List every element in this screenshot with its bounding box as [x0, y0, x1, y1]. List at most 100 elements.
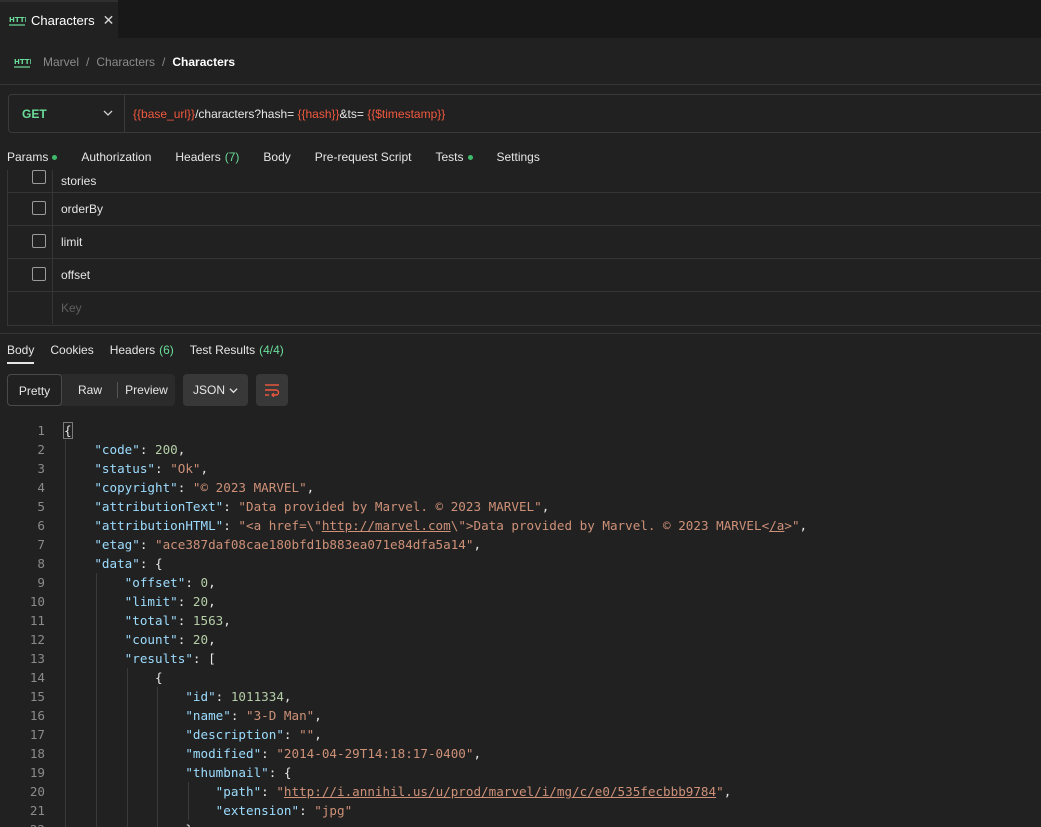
tab-response-cookies[interactable]: Cookies: [50, 343, 93, 357]
divider: [0, 333, 1041, 334]
code-line: 5 "attributionText": "Data provided by M…: [0, 497, 1041, 516]
tab-body[interactable]: Body: [263, 150, 290, 164]
code-content: "code": 200,: [64, 440, 185, 459]
json-key: "name": [185, 708, 231, 723]
code-content: "modified": "2014-04-29T14:18:17-0400",: [64, 744, 481, 763]
code-content: "attributionHTML": "<a href=\"http://mar…: [64, 516, 807, 535]
language-select[interactable]: JSON: [183, 374, 248, 406]
table-row: offset: [8, 259, 1041, 292]
checkbox[interactable]: [32, 234, 46, 248]
tab-label: Test Results: [189, 343, 256, 357]
breadcrumb-current[interactable]: Characters: [172, 55, 235, 69]
pretty-button[interactable]: Pretty: [7, 374, 62, 406]
param-key[interactable]: offset: [61, 259, 90, 291]
code-punct: },: [64, 822, 200, 827]
request-tabs: Params Authorization Headers (7) Body Pre…: [7, 148, 564, 166]
code-line: 1{: [0, 421, 1041, 440]
json-key: "offset": [124, 575, 186, 590]
count-badge: (4/4): [259, 343, 284, 357]
json-string: "2014-04-29T14:18:17-0400": [276, 746, 474, 761]
line-number: 22: [0, 820, 45, 827]
code-punct: :: [223, 499, 239, 514]
breadcrumb-item-characters[interactable]: Characters: [96, 55, 155, 69]
code-line: 19 "thumbnail": {: [0, 763, 1041, 782]
json-key: "etag": [94, 537, 140, 552]
line-number: 19: [29, 765, 45, 780]
row-checkbox-cell: [8, 193, 53, 225]
json-key: "path": [215, 784, 262, 799]
key-input[interactable]: Key: [61, 292, 82, 324]
checkbox[interactable]: [32, 170, 46, 184]
code-punct: [64, 689, 185, 704]
json-string: \">Data provided by Marvel. © 2023 MARVE…: [450, 518, 770, 533]
tab-test-results[interactable]: Test Results (4/4): [190, 343, 284, 357]
code-content: "total": 1563,: [64, 611, 231, 630]
json-link[interactable]: http://i.annihil.us/u/prod/marvel/i/mg/c…: [284, 784, 716, 799]
code-punct: [64, 442, 94, 457]
code-line: 22 },: [0, 820, 1041, 827]
json-number: 0: [200, 575, 209, 590]
tab-label: Settings: [496, 150, 540, 164]
json-key: "thumbnail": [185, 765, 269, 780]
method-select[interactable]: GET: [9, 95, 125, 132]
json-key: "copyright": [94, 480, 178, 495]
code-punct: [64, 651, 125, 666]
tab-response-headers[interactable]: Headers (6): [110, 343, 174, 357]
url-input[interactable]: {{base_url}} /characters?hash= {{hash}} …: [133, 95, 445, 132]
tab-pre-request-script[interactable]: Pre-request Script: [315, 150, 412, 164]
code-punct: : [: [192, 651, 216, 666]
json-string: "jpg": [314, 803, 353, 818]
code-punct: :: [223, 518, 239, 533]
line-number: 11: [29, 613, 45, 628]
json-key: "description": [185, 727, 284, 742]
tab-label: Cookies: [50, 343, 94, 357]
json-string: ": [716, 784, 724, 799]
param-key[interactable]: orderBy: [61, 193, 103, 225]
code-content: "count": 20,: [64, 630, 216, 649]
code-punct: ,: [314, 727, 322, 742]
json-key: "code": [94, 442, 140, 457]
param-key[interactable]: limit: [61, 226, 82, 258]
preview-button[interactable]: Preview: [118, 374, 175, 406]
line-number: 1: [37, 423, 45, 438]
json-string: "Data provided by Marvel. © 2023 MARVEL": [238, 499, 542, 514]
code-punct: ,: [208, 575, 216, 590]
raw-button[interactable]: Raw: [63, 374, 117, 406]
svg-text:HTTP: HTTP: [14, 58, 31, 66]
response-body-viewer[interactable]: 1{2 "code": 200, 3 "status": "Ok", 4 "copy…: [0, 421, 1041, 827]
json-number: 20: [192, 632, 209, 647]
wrap-lines-button[interactable]: [256, 374, 288, 406]
json-key: "count": [124, 632, 178, 647]
line-number: 15: [29, 689, 45, 704]
code-line: 14 {: [0, 668, 1041, 687]
svg-text:HTTP: HTTP: [9, 16, 26, 24]
code-line: 10 "limit": 20,: [0, 592, 1041, 611]
table-row: orderBy: [8, 193, 1041, 226]
tab-label: Pre-request Script: [314, 150, 412, 164]
json-link[interactable]: /a: [769, 518, 784, 533]
http-icon: HTTP: [14, 58, 31, 68]
close-icon[interactable]: ✕: [103, 12, 115, 29]
tab-characters[interactable]: HTTP Characters ✕: [0, 0, 118, 38]
line-number: 9: [37, 575, 45, 590]
tab-authorization[interactable]: Authorization: [81, 150, 151, 164]
language-label: JSON: [192, 383, 225, 397]
checkbox[interactable]: [32, 267, 46, 281]
code-content: {: [63, 421, 73, 440]
tab-label: Params: [7, 150, 49, 164]
code-line: 18 "modified": "2014-04-29T14:18:17-0400…: [0, 744, 1041, 763]
tab-label: Headers: [175, 150, 221, 164]
code-punct: ,: [306, 480, 315, 495]
tab-headers[interactable]: Headers (7): [175, 150, 239, 164]
json-link[interactable]: http://marvel.com: [322, 518, 451, 533]
code-content: "attributionText": "Data provided by Mar…: [64, 497, 549, 516]
tab-params[interactable]: Params: [7, 150, 58, 164]
tab-response-body[interactable]: Body: [7, 343, 34, 357]
tab-settings[interactable]: Settings: [497, 150, 540, 164]
table-row: limit: [8, 226, 1041, 259]
breadcrumb-item-marvel[interactable]: Marvel: [43, 55, 79, 69]
checkbox[interactable]: [32, 201, 46, 215]
code-punct: :: [261, 784, 277, 799]
tab-tests[interactable]: Tests: [435, 150, 473, 164]
code-line: 13 "results": [: [0, 649, 1041, 668]
